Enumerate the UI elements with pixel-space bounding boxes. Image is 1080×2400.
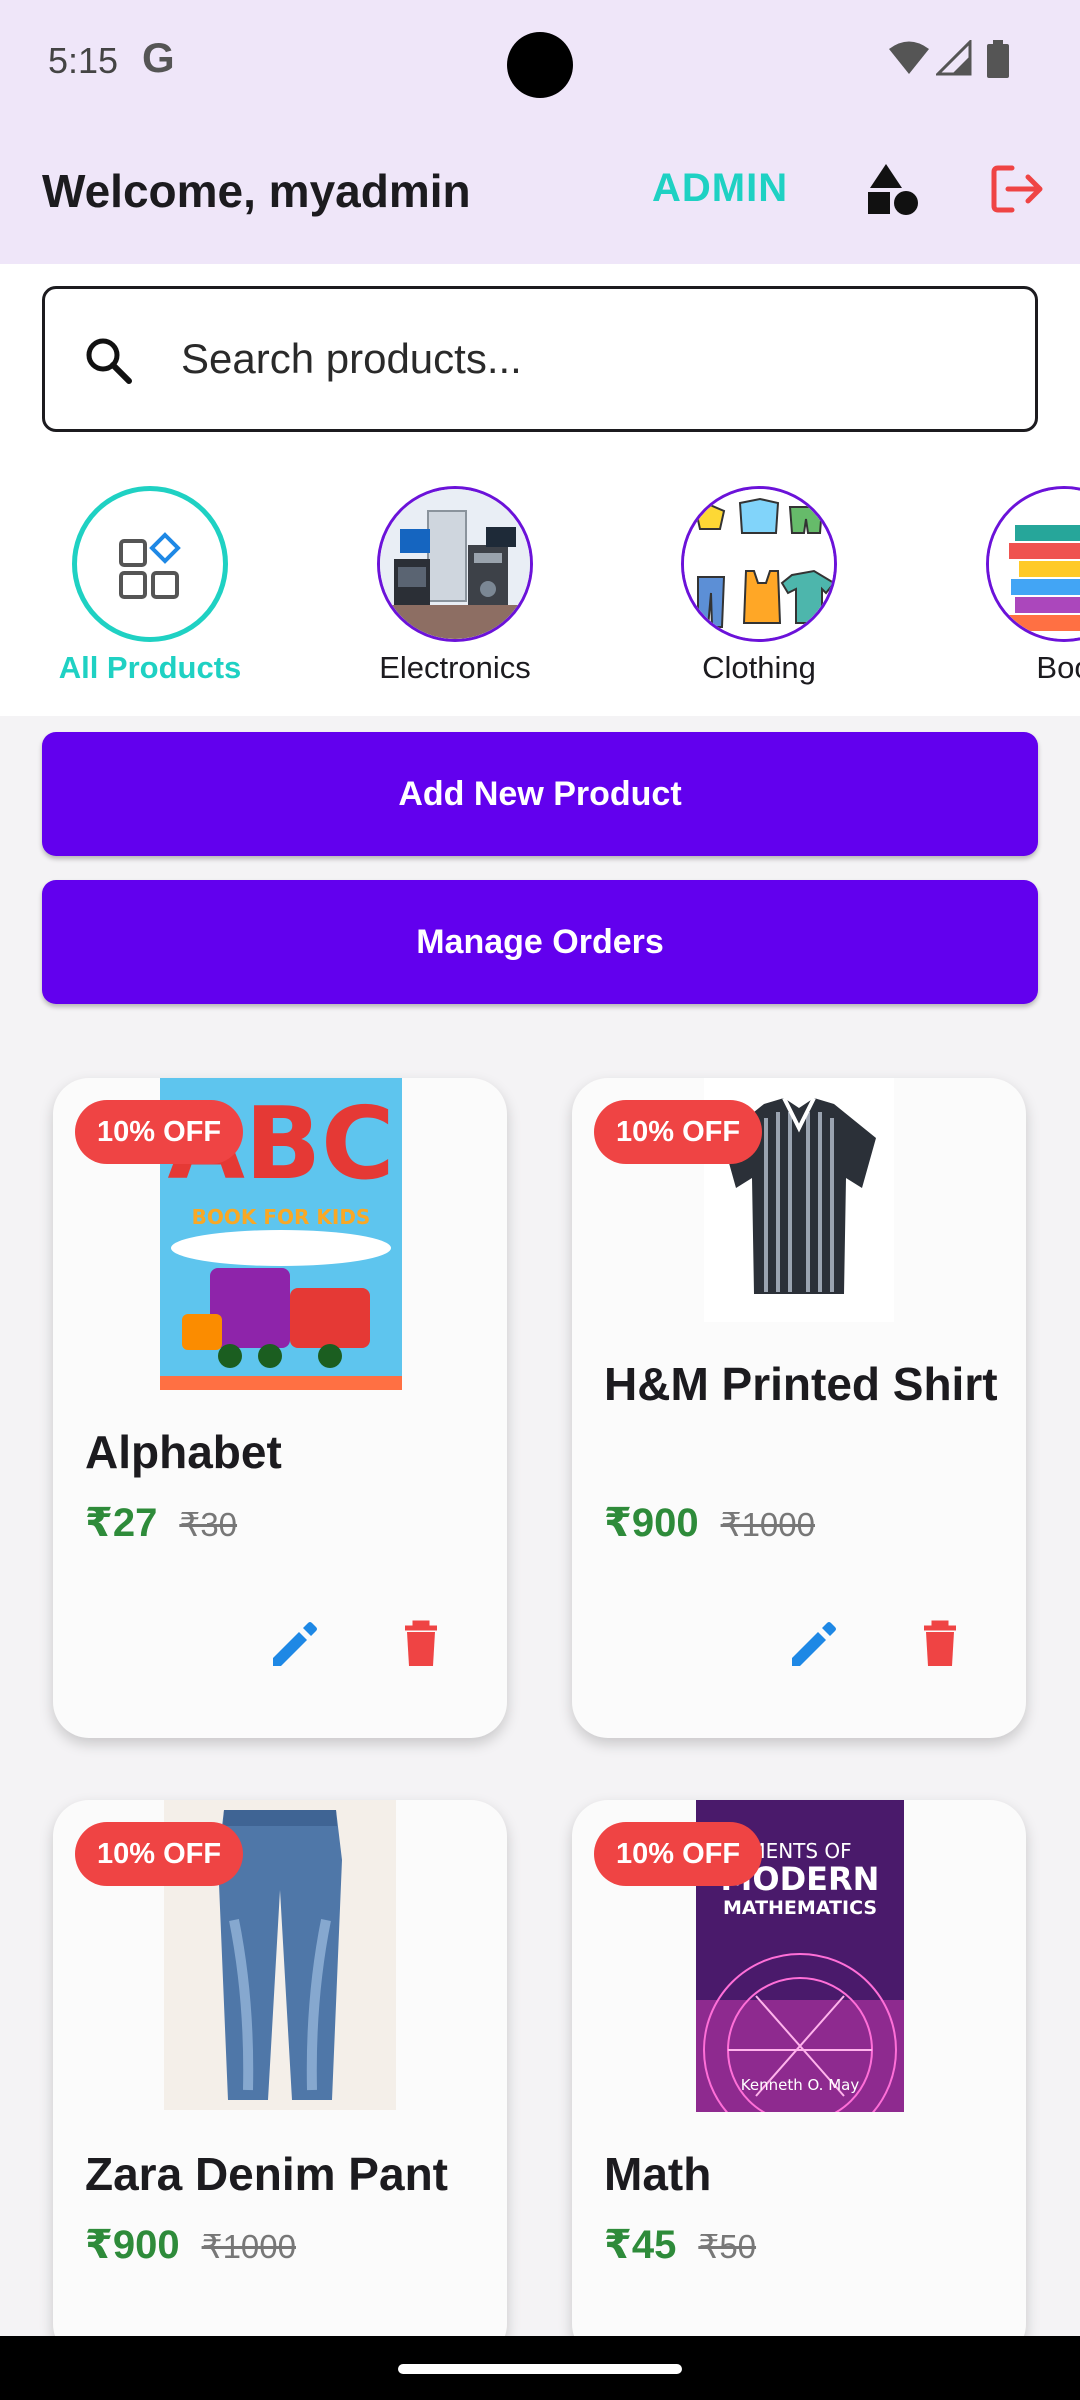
app-bar: Welcome, myadmin ADMIN <box>0 130 1080 264</box>
product-old-price: ₹50 <box>698 2228 757 2265</box>
logout-icon[interactable] <box>988 160 1046 218</box>
category-circle <box>986 486 1080 642</box>
discount-badge: 10% OFF <box>594 1822 763 1886</box>
delete-icon[interactable] <box>912 1616 968 1672</box>
category-label: Clothing <box>702 650 816 685</box>
discount-badge: 10% OFF <box>75 1822 244 1886</box>
signal-icon <box>936 40 972 76</box>
camera-cutout <box>507 32 573 98</box>
delete-icon[interactable] <box>393 1616 449 1672</box>
price-row: ₹45 ₹50 <box>604 2222 756 2268</box>
math-cover-author: Kenneth O. May <box>741 2076 860 2094</box>
category-circle <box>72 486 228 642</box>
welcome-title: Welcome, myadmin <box>42 165 471 217</box>
category-circle <box>377 486 533 642</box>
product-price: ₹900 <box>604 1501 699 1545</box>
category-label: Electronics <box>379 650 531 685</box>
product-old-price: ₹30 <box>179 1506 238 1543</box>
product-price: ₹27 <box>85 1501 158 1545</box>
math-cover-line3: MATHEMATICS <box>723 1897 877 1919</box>
shapes-icon[interactable] <box>864 160 922 218</box>
search-box[interactable] <box>42 286 1038 432</box>
home-gesture-handle[interactable] <box>398 2364 682 2374</box>
manage-orders-button[interactable]: Manage Orders <box>42 880 1038 1004</box>
books-icon <box>989 489 1080 639</box>
product-card-math[interactable]: MENTS OF MODERN MATHEMATICS Kenneth O. M… <box>572 1800 1026 2360</box>
admin-link[interactable]: ADMIN <box>652 166 788 211</box>
product-card-hm-shirt[interactable]: 10% OFF H&M Printed Shirt ₹900 ₹1000 <box>572 1078 1026 1738</box>
edit-icon[interactable] <box>267 1616 323 1672</box>
clothing-icon <box>684 489 834 639</box>
product-card-alphabet[interactable]: ABC BOOK FOR KIDS 10% OFF Alphabet ₹27 ₹… <box>53 1078 507 1738</box>
category-label: All Products <box>58 650 242 685</box>
grid-icon <box>119 532 181 599</box>
category-all-products[interactable]: All Products <box>19 476 241 696</box>
add-new-product-button[interactable]: Add New Product <box>42 732 1038 856</box>
discount-badge: 10% OFF <box>594 1100 763 1164</box>
discount-badge: 10% OFF <box>75 1100 244 1164</box>
electronics-icon <box>380 489 530 639</box>
category-electronics[interactable]: Electronics <box>324 476 544 696</box>
product-name: H&M Printed Shirt <box>604 1358 998 1410</box>
category-label: Boo <box>1036 650 1080 685</box>
category-row: All Products Electronics Clothing Bo <box>0 476 1080 716</box>
product-name: Alphabet <box>85 1426 282 1478</box>
category-books[interactable]: Boo <box>933 476 1080 696</box>
google-g-icon: G <box>142 34 175 81</box>
category-clothing[interactable]: Clothing <box>628 476 848 696</box>
system-nav-bar <box>0 2336 1080 2400</box>
product-old-price: ₹1000 <box>720 1506 815 1543</box>
wifi-icon <box>889 41 929 74</box>
search-and-categories: All Products Electronics <box>0 264 1080 716</box>
battery-icon <box>987 40 1009 78</box>
edit-icon[interactable] <box>786 1616 842 1672</box>
product-name: Math <box>604 2148 712 2200</box>
category-circle <box>681 486 837 642</box>
price-row: ₹27 ₹30 <box>85 1500 237 1546</box>
product-price: ₹45 <box>604 2223 677 2267</box>
product-price: ₹900 <box>85 2223 180 2267</box>
status-bar: 5:15 G <box>0 0 1080 130</box>
search-icon <box>86 338 132 384</box>
price-row: ₹900 ₹1000 <box>604 1500 815 1546</box>
product-card-zara-denim[interactable]: 10% OFF Zara Denim Pant ₹900 ₹1000 <box>53 1800 507 2360</box>
search-input[interactable] <box>181 319 1001 399</box>
product-name: Zara Denim Pant <box>85 2148 448 2200</box>
status-time: 5:15 <box>48 40 119 81</box>
product-old-price: ₹1000 <box>201 2228 296 2265</box>
abc-subtitle: BOOK FOR KIDS <box>192 1205 371 1229</box>
price-row: ₹900 ₹1000 <box>85 2222 296 2268</box>
